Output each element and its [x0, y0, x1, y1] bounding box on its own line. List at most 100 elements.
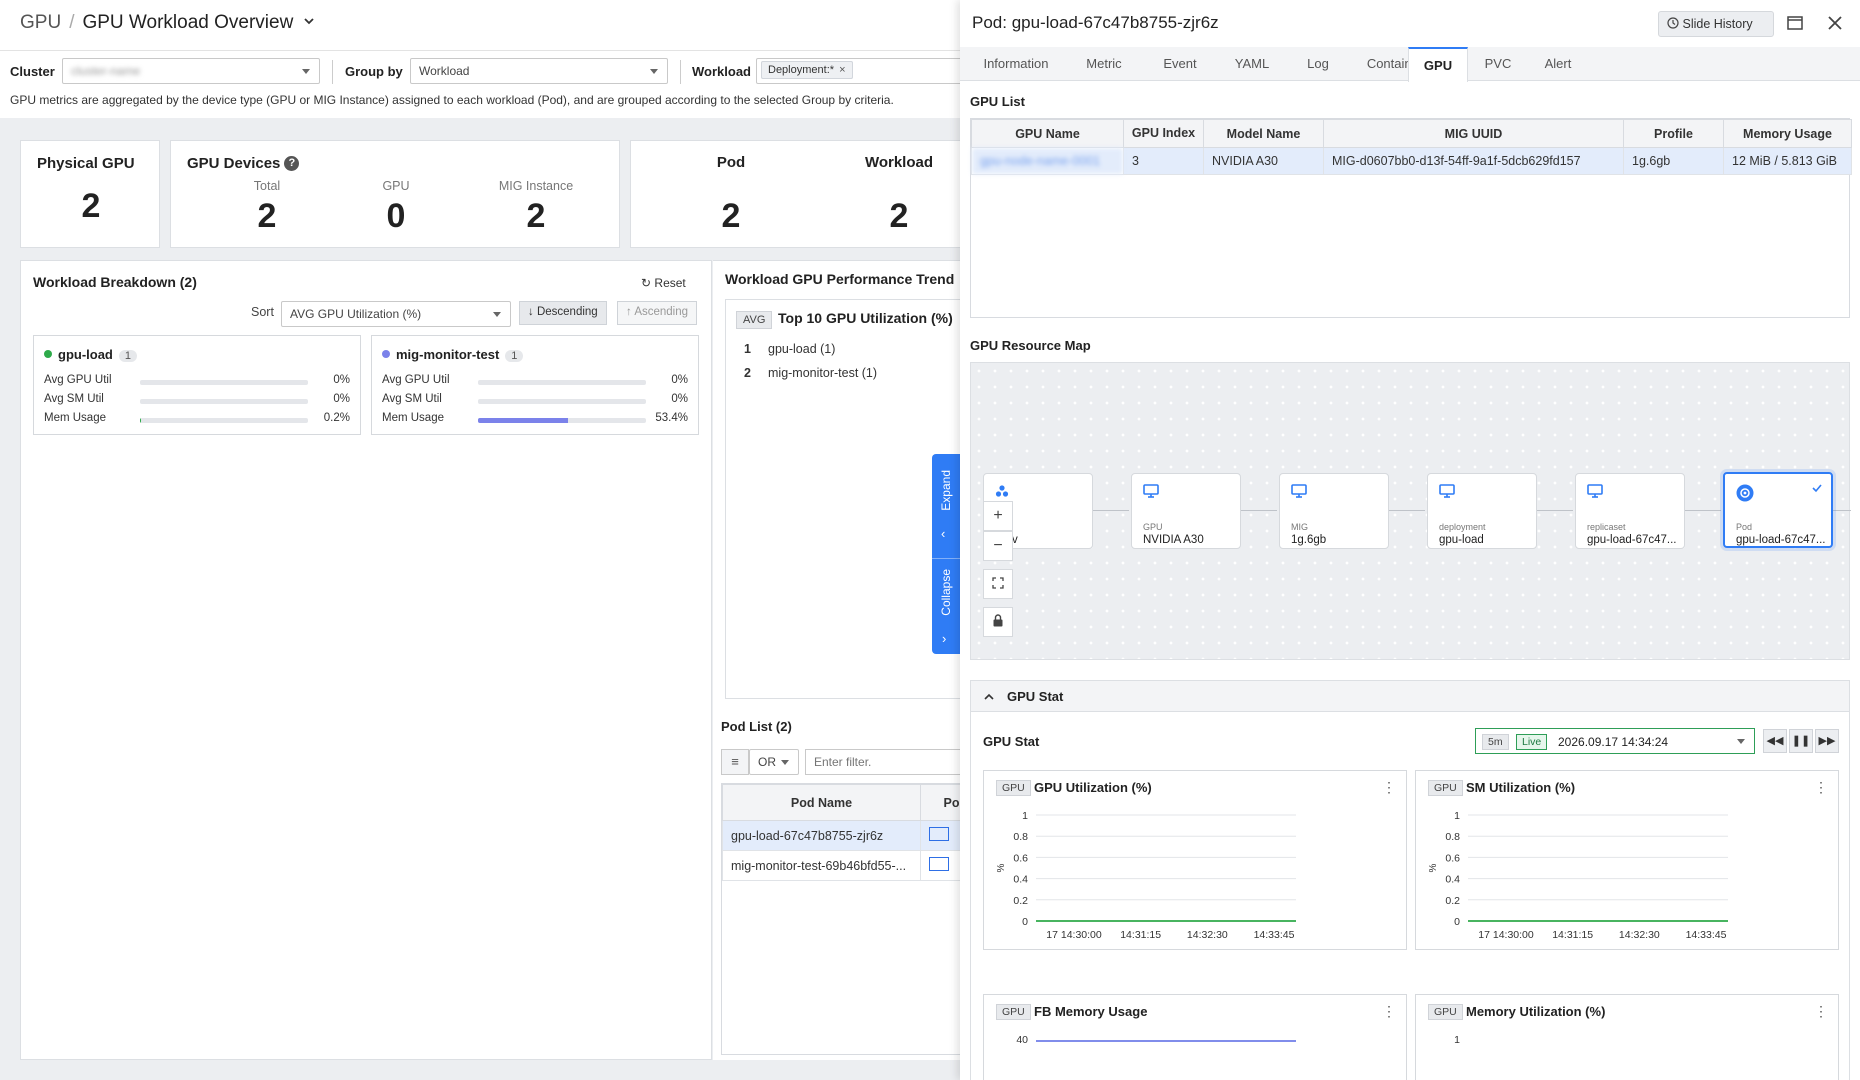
chevron-down-icon: [302, 69, 310, 74]
more-options-icon[interactable]: ⋮: [1382, 779, 1396, 796]
help-icon[interactable]: ?: [284, 156, 300, 171]
pod-name-link[interactable]: gpu-load-67c47b8755-zjr6z: [722, 820, 921, 851]
zoom-out-button[interactable]: −: [983, 531, 1013, 561]
map-edge: [1685, 510, 1721, 511]
cluster-select[interactable]: cluster-name: [62, 58, 320, 84]
column-header[interactable]: Pod Name: [722, 784, 921, 821]
zoom-in-button[interactable]: +: [983, 501, 1013, 531]
devices-gpu-value: 0: [386, 197, 406, 235]
tab-pvc[interactable]: PVC: [1468, 47, 1528, 81]
page-title[interactable]: GPU Workload Overview: [82, 12, 293, 33]
column-header[interactable]: Profile: [1623, 119, 1724, 148]
maximize-icon[interactable]: [1785, 13, 1807, 35]
node-type-label: replicaset: [1587, 522, 1626, 532]
pause-button[interactable]: ❚❚: [1789, 729, 1813, 753]
workload-filter-chip[interactable]: Deployment:* ×: [761, 61, 853, 79]
status-badge: [929, 827, 949, 841]
tab-log[interactable]: Log: [1288, 47, 1348, 81]
lock-icon: [993, 614, 1003, 627]
fit-view-button[interactable]: [983, 569, 1013, 599]
sort-select[interactable]: AVG GPU Utilization (%): [281, 301, 511, 327]
rank-item[interactable]: 2 mig-monitor-test (1): [744, 366, 877, 380]
logic-select[interactable]: OR: [749, 749, 799, 775]
time-range-picker[interactable]: 5m Live 2026.09.17 14:34:24: [1475, 728, 1755, 754]
map-edge: [1389, 510, 1425, 511]
chevron-down-icon[interactable]: [303, 15, 315, 27]
reset-button[interactable]: ↻ Reset: [641, 276, 686, 290]
slide-history-button[interactable]: Slide History: [1658, 11, 1774, 37]
time-value: 2026.09.17 14:34:24: [1558, 735, 1669, 749]
pod-list-title: Pod List (2): [721, 719, 792, 734]
clock-icon: [1667, 17, 1679, 29]
filter-icon[interactable]: ≡: [721, 749, 749, 775]
tab-metric[interactable]: Metric: [1064, 47, 1144, 81]
metric-value: 0.2%: [323, 412, 350, 424]
arrow-down-icon: ↓: [528, 306, 534, 318]
chevron-up-icon[interactable]: [983, 691, 995, 703]
breadcrumb-root[interactable]: GPU: [20, 12, 61, 33]
table-row[interactable]: mig-monitor-test-69b46bfd55-...: [722, 850, 960, 881]
gpu-stat-title: GPU Stat: [983, 734, 1040, 749]
breadcrumb-separator: /: [69, 12, 75, 33]
metric-bar: [478, 380, 646, 385]
metric-value: 0%: [333, 393, 350, 405]
cluster-select-value: cluster-name: [71, 64, 141, 78]
chart-title: SM Utilization (%): [1466, 780, 1576, 795]
rewind-button[interactable]: ◀◀: [1763, 729, 1787, 753]
tab-gpu[interactable]: GPU: [1408, 47, 1468, 82]
table-row[interactable]: gpu-node-name-0001 3 NVIDIA A30 MIG-d060…: [971, 147, 1852, 175]
workload-card-name: gpu-load: [58, 347, 113, 362]
groupby-select[interactable]: Workload: [410, 58, 668, 84]
node-value: gpu-load-67c47...: [1587, 534, 1677, 546]
column-header[interactable]: Model Name: [1203, 119, 1324, 148]
lock-button[interactable]: [983, 607, 1013, 637]
tab-information[interactable]: Information: [968, 47, 1064, 81]
expand-button[interactable]: Expand ‹: [932, 460, 960, 556]
ascending-button[interactable]: ↑ Ascending: [617, 301, 698, 325]
gpu-name-cell[interactable]: gpu-node-name-0001: [971, 147, 1124, 175]
column-header[interactable]: GPU Index: [1123, 119, 1204, 148]
workload-select[interactable]: Deployment:* ×: [756, 58, 960, 84]
count-badge: 1: [118, 350, 138, 362]
map-node-gpu[interactable]: GPU NVIDIA A30: [1131, 473, 1241, 549]
pod-value: 2: [721, 197, 741, 235]
more-options-icon[interactable]: ⋮: [1382, 1003, 1396, 1020]
more-options-icon[interactable]: ⋮: [1814, 779, 1828, 796]
profile-cell: 1g.6gb: [1623, 147, 1724, 175]
filter-divider: [680, 60, 681, 84]
column-header[interactable]: GPU Name: [971, 119, 1124, 148]
slide-history-label: Slide History: [1682, 17, 1753, 31]
more-options-icon[interactable]: ⋮: [1814, 1003, 1828, 1020]
close-icon[interactable]: ×: [839, 64, 845, 76]
column-header[interactable]: MIG UUID: [1323, 119, 1624, 148]
avg-tag: AVG: [736, 311, 773, 329]
close-icon[interactable]: [1825, 13, 1847, 35]
workload-card-mig-monitor-test[interactable]: mig-monitor-test 1 Avg GPU Util 0% Avg SM …: [371, 335, 699, 435]
descending-button[interactable]: ↓ Descending: [519, 301, 607, 325]
column-header[interactable]: Memory Usage: [1723, 119, 1852, 148]
workload-chip-label: Deployment:*: [768, 64, 835, 76]
rank-number: 1: [744, 342, 751, 356]
table-row[interactable]: gpu-load-67c47b8755-zjr6z: [722, 820, 960, 851]
y-tick-label: 1: [1454, 1034, 1460, 1046]
tab-yaml[interactable]: YAML: [1216, 47, 1288, 81]
resource-map-canvas[interactable]: v GPU NVIDIA A30 MIG 1g.6gb deployment g…: [970, 362, 1851, 660]
tab-alert[interactable]: Alert: [1528, 47, 1588, 81]
rank-name: gpu-load (1): [768, 342, 836, 356]
rank-item[interactable]: 1 gpu-load (1): [744, 342, 835, 356]
map-node-replicaset[interactable]: replicaset gpu-load-67c47...: [1575, 473, 1685, 549]
tab-event[interactable]: Event: [1144, 47, 1216, 81]
side-expand-collapse[interactable]: Expand ‹ Collapse ›: [932, 454, 960, 654]
map-node-mig[interactable]: MIG 1g.6gb: [1279, 473, 1389, 549]
gpu-stat-section-header[interactable]: GPU Stat: [970, 680, 1850, 712]
column-header[interactable]: Po: [920, 784, 960, 821]
pod-filter-input[interactable]: [805, 749, 960, 775]
pod-name-link[interactable]: mig-monitor-test-69b46bfd55-...: [722, 850, 921, 881]
devices-mig-label: MIG Instance: [498, 179, 574, 193]
map-node-deployment[interactable]: deployment gpu-load: [1427, 473, 1537, 549]
workload-card-gpu-load[interactable]: gpu-load 1 Avg GPU Util 0% Avg SM Util 0% M…: [33, 335, 361, 435]
collapse-button[interactable]: Collapse ›: [932, 558, 960, 654]
forward-button[interactable]: ▶▶: [1815, 729, 1839, 753]
map-node-pod[interactable]: Pod gpu-load-67c47...: [1723, 472, 1833, 548]
x-tick-label: 17 14:30:00: [1478, 929, 1534, 941]
